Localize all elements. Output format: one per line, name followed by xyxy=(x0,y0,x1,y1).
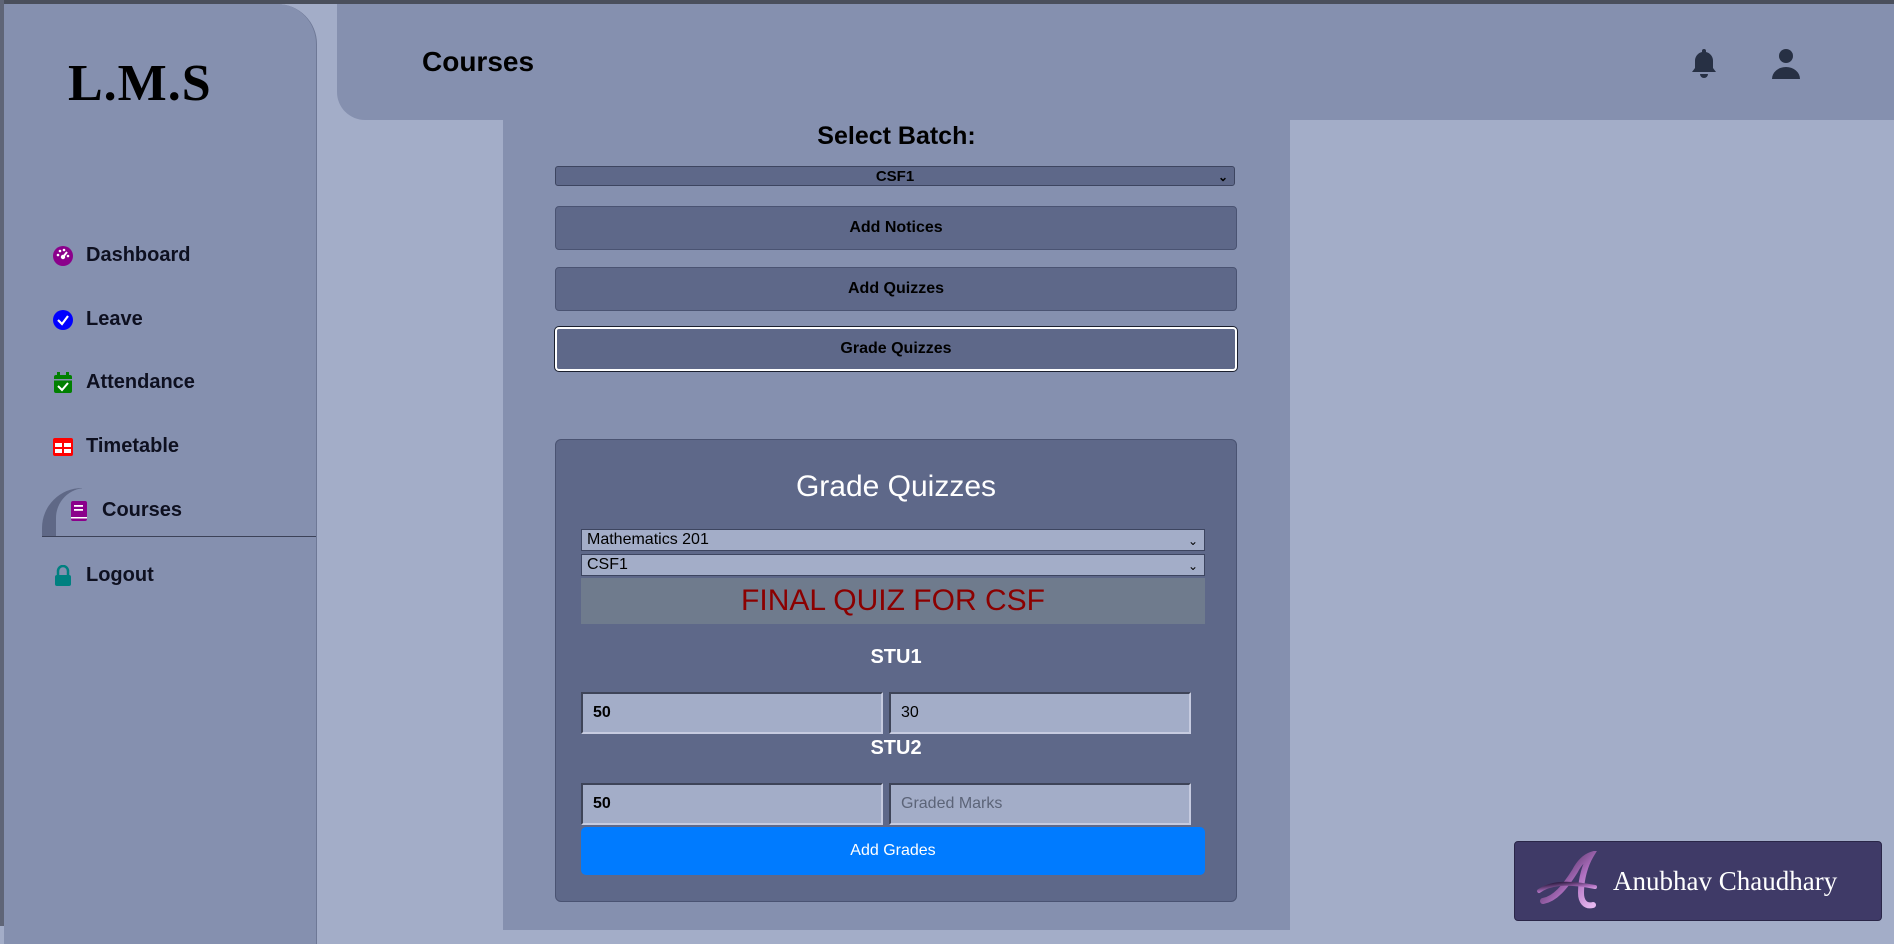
student-label: STU1 xyxy=(870,646,922,668)
add-quizzes-button[interactable]: Add Quizzes xyxy=(555,267,1237,311)
grade-quizzes-card: Grade Quizzes Mathematics 201 ⌄ CSF1 ⌄ F… xyxy=(555,439,1237,902)
grade-quizzes-title: Grade Quizzes xyxy=(795,470,997,503)
graded-marks-field[interactable]: 30 xyxy=(889,692,1191,734)
grade-quizzes-button[interactable]: Grade Quizzes xyxy=(555,327,1237,371)
top-header: Courses xyxy=(337,4,1894,120)
app-logo: L.M.S xyxy=(68,55,212,112)
batch-select[interactable]: CSF1 ⌄ xyxy=(555,166,1235,186)
table-icon xyxy=(52,436,74,458)
dashboard-gauge-icon xyxy=(52,245,74,267)
total-marks-field[interactable]: 50 xyxy=(581,783,883,825)
chevron-down-icon: ⌄ xyxy=(1187,534,1198,548)
sidebar-item-leave[interactable]: Leave xyxy=(52,308,143,331)
course-select-value: Mathematics 201 xyxy=(587,531,709,548)
course-select[interactable]: Mathematics 201 ⌄ xyxy=(581,529,1205,551)
sidebar-item-dashboard[interactable]: Dashboard xyxy=(52,244,190,267)
check-circle-icon xyxy=(52,309,74,331)
batch-select-value: CSF1 xyxy=(875,168,915,185)
lock-icon xyxy=(52,564,74,587)
sidebar-item-label: Courses xyxy=(102,499,183,521)
total-marks-field[interactable]: 50 xyxy=(581,692,883,734)
sidebar: L.M.S xyxy=(4,4,317,944)
student-label: STU2 xyxy=(870,737,922,759)
sidebar-item-label: Logout xyxy=(86,564,154,586)
calendar-check-icon xyxy=(52,371,74,394)
author-name: Anubhav Chaudhary xyxy=(1613,865,1838,896)
user-icon[interactable] xyxy=(1769,46,1803,80)
page-title: Courses xyxy=(422,46,535,77)
sidebar-item-label: Leave xyxy=(86,308,143,330)
select-batch-label: Select Batch: xyxy=(817,122,976,150)
chevron-down-icon: ⌄ xyxy=(1217,170,1228,184)
sidebar-item-courses[interactable]: Courses xyxy=(68,499,182,522)
chevron-down-icon: ⌄ xyxy=(1187,559,1198,573)
card-batch-select[interactable]: CSF1 ⌄ xyxy=(581,554,1205,576)
author-watermark: Anubhav Chaudhary xyxy=(1514,841,1882,921)
sidebar-item-label: Dashboard xyxy=(86,244,191,266)
add-grades-button[interactable]: Add Grades xyxy=(581,827,1205,875)
sidebar-item-label: Attendance xyxy=(86,371,195,393)
sidebar-item-timetable[interactable]: Timetable xyxy=(52,435,179,458)
author-monogram-icon xyxy=(1537,851,1597,909)
sidebar-item-label: Timetable xyxy=(86,435,179,457)
book-icon xyxy=(68,500,90,522)
sidebar-item-attendance[interactable]: Attendance xyxy=(52,371,195,394)
quiz-title: FINAL QUIZ FOR CSF xyxy=(581,578,1205,624)
bell-icon[interactable] xyxy=(1687,46,1721,80)
card-batch-select-value: CSF1 xyxy=(587,556,628,573)
graded-marks-field[interactable]: Graded Marks xyxy=(889,783,1191,825)
add-notices-button[interactable]: Add Notices xyxy=(555,206,1237,250)
sidebar-item-logout[interactable]: Logout xyxy=(52,564,154,587)
